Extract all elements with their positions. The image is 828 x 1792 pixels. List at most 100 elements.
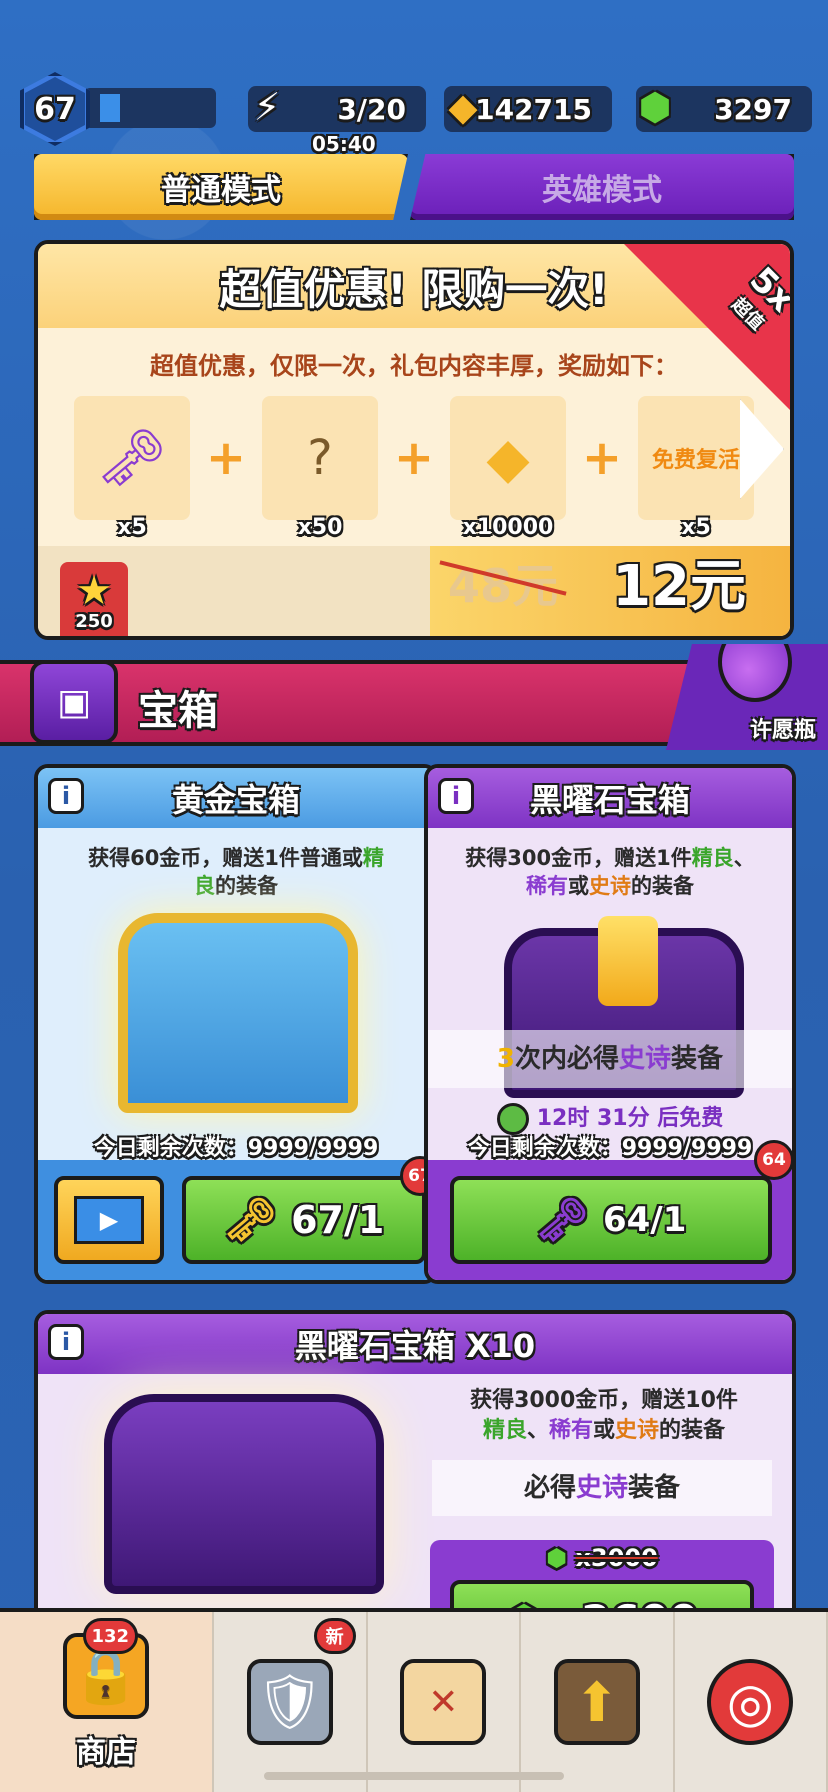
energy-value: 3/20 bbox=[337, 92, 406, 126]
wish-bottle-label: 许愿瓶 bbox=[749, 718, 816, 743]
desc-rarity: 史诗 bbox=[589, 874, 631, 898]
open-with-key-button[interactable]: 🗝 64/1 bbox=[450, 1176, 772, 1264]
desc-text: 获得300金币，赠送1件 bbox=[465, 846, 692, 870]
desc-rarity: 精良 bbox=[691, 846, 734, 870]
guarantee-rarity: 史诗 bbox=[575, 1473, 628, 1503]
obsidian-chest-x10-image bbox=[104, 1394, 384, 1594]
offer-item-qty: x5 bbox=[117, 515, 147, 540]
home-indicator[interactable] bbox=[264, 1772, 564, 1780]
key-count: 67/1 bbox=[291, 1198, 385, 1242]
desc-text: 或 bbox=[568, 874, 589, 898]
guarantee-count: 3 bbox=[496, 1044, 516, 1074]
obsidian-chest-image bbox=[484, 898, 764, 1128]
x10-old-price-text: x3000 bbox=[575, 1544, 658, 1572]
remaining-count: 今日剩余次数：9999/9999 bbox=[467, 1136, 753, 1161]
card-description: 获得60金币，赠送1件普通或精 良的装备 bbox=[38, 828, 434, 900]
offer-new-price[interactable]: 12元 bbox=[612, 541, 746, 622]
key-count: 64/1 bbox=[602, 1200, 687, 1240]
energy-timer: 05:40 bbox=[312, 132, 376, 156]
nav-badge-new: 新 bbox=[313, 1618, 356, 1654]
guarantee-text: 次内必得 bbox=[515, 1044, 620, 1074]
plus-icon: + bbox=[393, 430, 435, 486]
offer-item-revive[interactable]: 免费复活 x5 bbox=[638, 396, 754, 540]
guarantee-banner: 3次内必得史诗装备 bbox=[428, 1030, 792, 1088]
next-arrow-icon[interactable] bbox=[740, 399, 784, 499]
upgrade-icon: ⬆ bbox=[553, 1659, 640, 1745]
purple-key-icon: 🗝 bbox=[96, 426, 168, 491]
gold-chest-image bbox=[98, 898, 378, 1128]
offer-subtitle: 超值优惠，仅限一次，礼包内容丰厚，奖励如下： bbox=[150, 352, 678, 380]
desc-text: 的装备 bbox=[659, 1418, 726, 1443]
bottom-nav: 🔒 商店 132 🛡 新 ✕ ⬆ ◎ bbox=[0, 1608, 828, 1792]
desc-text: 、 bbox=[526, 1418, 549, 1443]
gold-coin-icon: ◆ bbox=[486, 425, 530, 491]
free-timer-text: 12时 31分 后免费 bbox=[536, 1106, 724, 1131]
xp-bar bbox=[84, 88, 216, 128]
scroll-icon: ? bbox=[307, 430, 333, 486]
card-title: 黑曜石宝箱 X10 bbox=[38, 1314, 792, 1374]
desc-text: 的装备 bbox=[631, 874, 694, 898]
gold-counter[interactable]: ◆ 142715 bbox=[444, 85, 612, 132]
revive-label: 免费复活 bbox=[651, 448, 740, 473]
section-title: 宝箱 bbox=[138, 688, 218, 734]
offer-item-gold[interactable]: ◆ x10000 bbox=[450, 396, 566, 540]
special-offer-panel: 超值优惠! 限购一次! 5x 超值 超值优惠，仅限一次，礼包内容丰厚，奖励如下：… bbox=[34, 240, 794, 640]
gem-counter[interactable]: ⬢ 3297 bbox=[636, 85, 812, 132]
chest-section-header: ▣ 宝箱 许愿瓶 bbox=[0, 644, 828, 750]
player-level-badge[interactable]: 67 bbox=[20, 72, 90, 146]
guarantee-text: 必得 bbox=[523, 1473, 576, 1503]
gold-coin-icon: ◆ bbox=[448, 85, 478, 129]
nav-equipment[interactable]: 🛡 新 bbox=[214, 1612, 368, 1792]
star-count: 250 bbox=[75, 611, 113, 632]
card-title: 黄金宝箱 bbox=[38, 768, 434, 828]
purple-key-icon: 🗝 bbox=[535, 1195, 589, 1244]
offer-old-price: 48元 bbox=[448, 550, 558, 616]
energy-lightning-icon: ⚡ bbox=[253, 85, 281, 129]
map-icon: ✕ bbox=[400, 1659, 487, 1745]
plus-icon: + bbox=[581, 430, 623, 486]
star-icon: ★ bbox=[76, 568, 112, 614]
gold-chest-card: 黄金宝箱 i 获得60金币，赠送1件普通或精 良的装备 今日剩余次数：9999/… bbox=[34, 764, 438, 1284]
armor-icon: 🛡 bbox=[246, 1659, 333, 1745]
star-reward-badge: ★ 250 bbox=[60, 562, 128, 636]
desc-text: 的装备 bbox=[215, 874, 278, 898]
desc-rarity: 稀有 bbox=[526, 874, 568, 898]
obsidian-chest-card: 黑曜石宝箱 i 获得300金币，赠送1件精良、 稀有或史诗的装备 3次内必得史诗… bbox=[424, 764, 796, 1284]
info-icon[interactable]: i bbox=[48, 778, 84, 814]
offer-item-qty: x10000 bbox=[462, 515, 554, 540]
offer-item-scroll[interactable]: ? x50 bbox=[262, 396, 378, 540]
card-description: 获得3000金币，赠送10件 精良、稀有或史诗的装备 bbox=[444, 1386, 764, 1446]
obsidian-chest-x10-card: 黑曜石宝箱 X10 i 获得3000金币，赠送10件 精良、稀有或史诗的装备 必… bbox=[34, 1310, 796, 1650]
gem-icon: ⬢ bbox=[546, 1544, 568, 1572]
tab-normal-mode[interactable]: 普通模式 bbox=[34, 154, 408, 220]
tab-hero-mode[interactable]: 英雄模式 bbox=[410, 154, 794, 220]
nav-map[interactable]: ✕ bbox=[368, 1612, 522, 1792]
card-actions: ▶ 🗝 67/1 67 bbox=[38, 1156, 434, 1280]
offer-item-key[interactable]: 🗝 x5 bbox=[74, 396, 190, 540]
plus-icon: + bbox=[205, 430, 247, 486]
watch-video-button[interactable]: ▶ bbox=[54, 1176, 164, 1264]
nav-label: 商店 bbox=[76, 1735, 137, 1770]
card-actions: 🗝 64/1 64 bbox=[428, 1140, 792, 1280]
desc-rarity: 史诗 bbox=[615, 1418, 660, 1443]
remaining-count: 今日剩余次数：9999/9999 bbox=[93, 1136, 379, 1161]
mode-tabs: 普通模式 英雄模式 bbox=[34, 154, 794, 220]
desc-text: 获得60金币，赠送1件普通或 bbox=[88, 846, 363, 870]
desc-rarity: 稀有 bbox=[548, 1418, 593, 1443]
gold-key-icon: 🗝 bbox=[223, 1195, 278, 1244]
open-with-key-button[interactable]: 🗝 67/1 bbox=[182, 1176, 426, 1264]
desc-text: 、 bbox=[733, 846, 755, 870]
energy-counter[interactable]: ⚡ 3/20 bbox=[248, 85, 426, 132]
nav-challenge[interactable]: ◎ bbox=[675, 1612, 828, 1792]
info-icon[interactable]: i bbox=[438, 778, 474, 814]
nav-badge: 132 bbox=[82, 1618, 139, 1654]
wish-bottle-button[interactable]: 许愿瓶 bbox=[666, 644, 828, 750]
offer-items: 🗝 x5 + ? x50 + ◆ x10000 + 免费复活 x5 bbox=[74, 396, 760, 540]
desc-text: 获得3000金币，赠送10件 bbox=[470, 1388, 738, 1413]
desc-rarity: 精 bbox=[362, 846, 384, 870]
nav-shop[interactable]: 🔒 商店 132 bbox=[0, 1612, 215, 1792]
info-icon[interactable]: i bbox=[48, 1324, 84, 1360]
guarantee-banner: 必得史诗装备 bbox=[432, 1460, 772, 1516]
offer-item-qty: x5 bbox=[681, 515, 711, 540]
nav-upgrade[interactable]: ⬆ bbox=[521, 1612, 675, 1792]
